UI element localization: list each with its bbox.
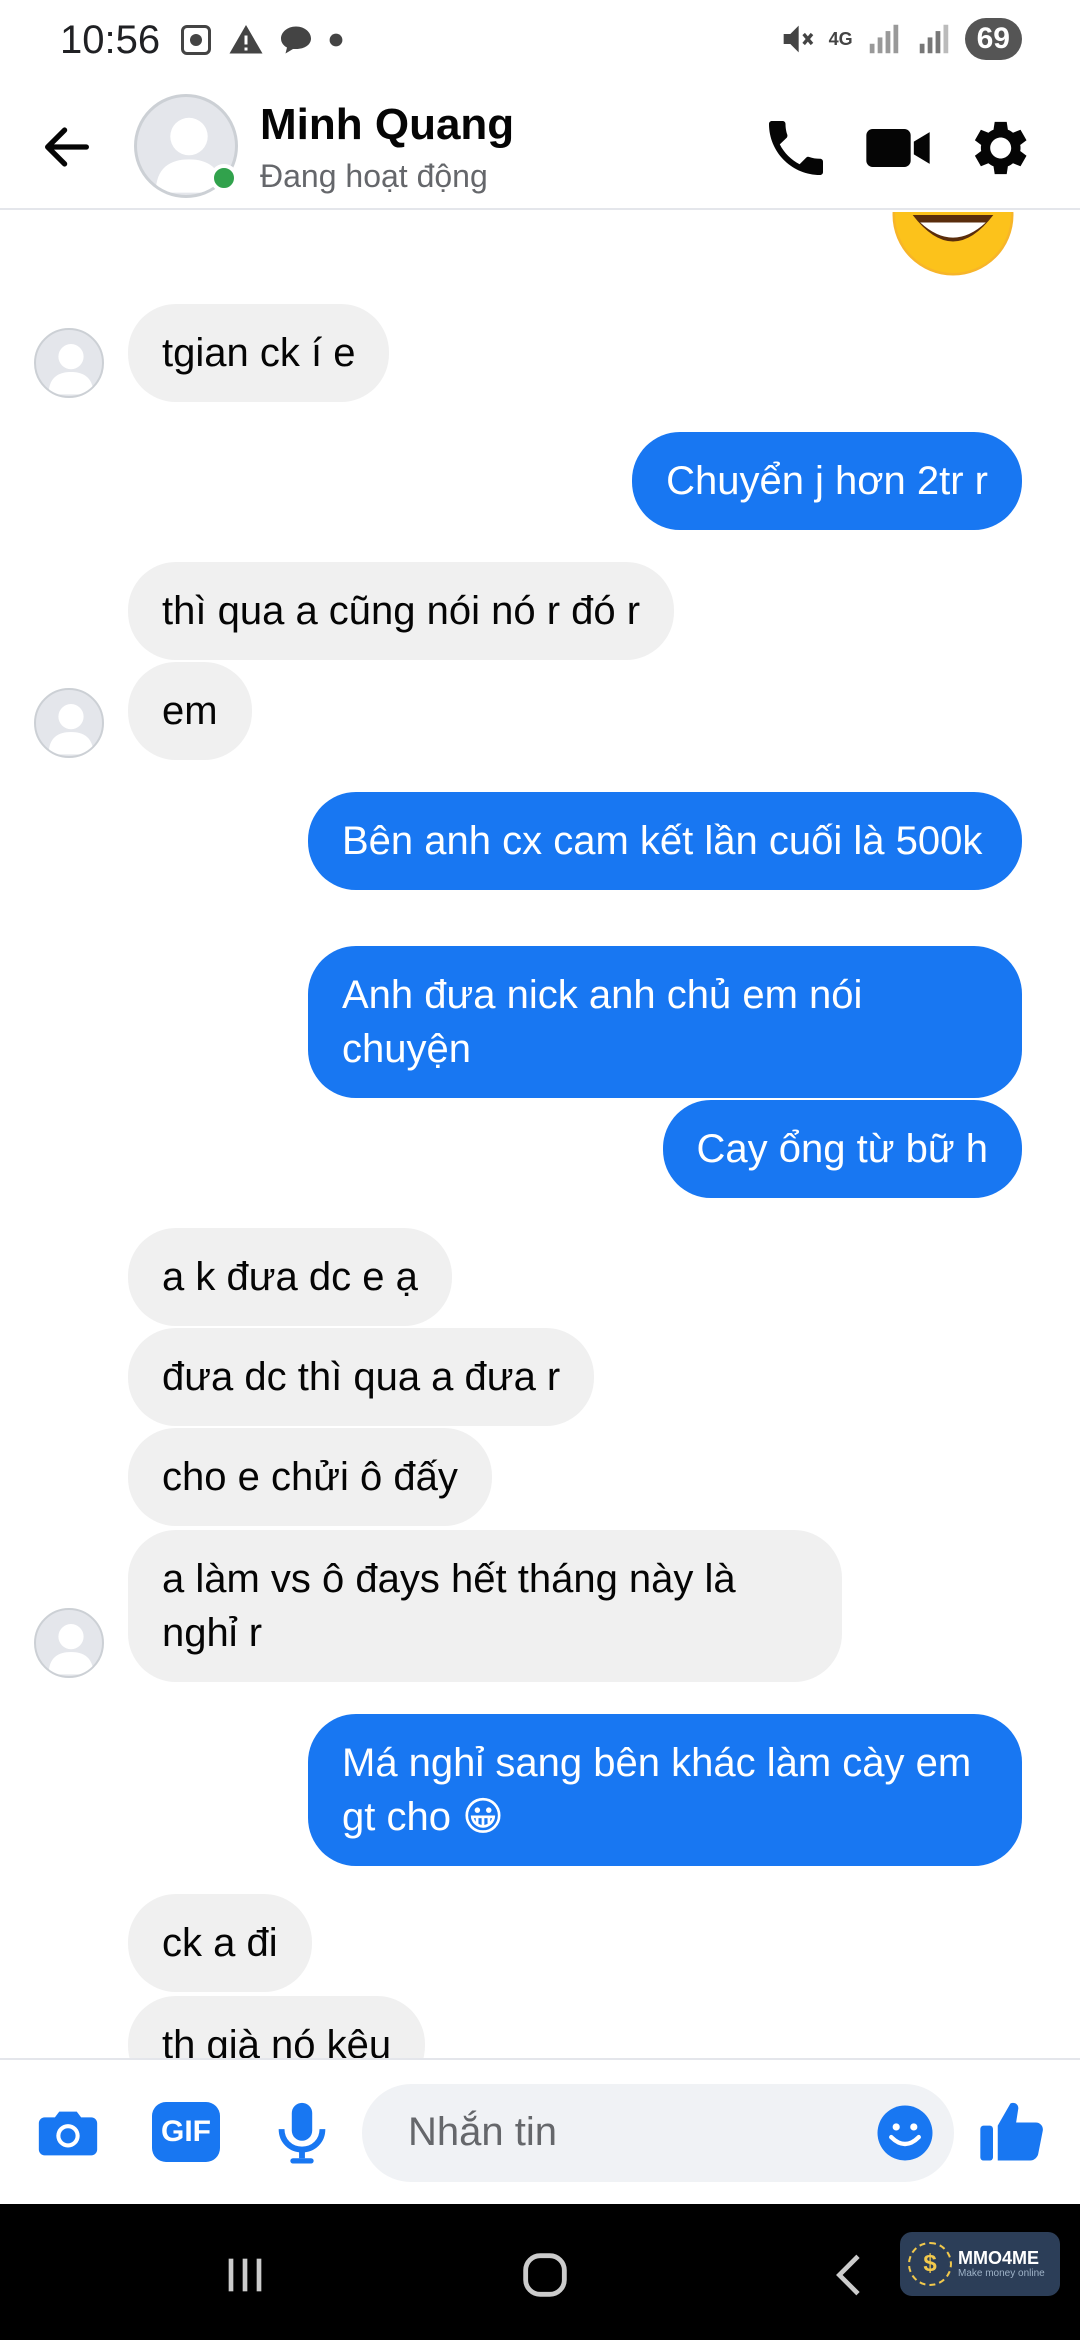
watermark-logo: $ MMO4ME Make money online <box>900 2232 1060 2296</box>
chevron-left-icon <box>836 2254 860 2296</box>
contact-status: Đang hoạt động <box>260 158 488 194</box>
settings-button[interactable] <box>958 108 1038 188</box>
default-avatar-icon <box>48 1624 94 1675</box>
system-navigation-bar: $ MMO4ME Make money online <box>0 2204 1080 2340</box>
message-incoming[interactable]: tgian ck í e <box>128 304 390 402</box>
video-call-button[interactable] <box>858 108 938 188</box>
arrow-left-icon <box>45 127 89 167</box>
message-incoming[interactable]: em <box>128 662 252 760</box>
default-avatar-icon <box>48 344 94 395</box>
camera-button[interactable] <box>30 2094 106 2170</box>
mute-icon <box>783 25 813 53</box>
emoji-icon[interactable] <box>872 2100 938 2166</box>
online-indicator <box>210 164 238 192</box>
watermark-tagline: Make money online <box>958 2268 1045 2279</box>
message-incoming[interactable]: thì qua a cũng nói nó r đó r <box>128 562 675 660</box>
message-incoming[interactable]: ck a đi <box>128 1894 312 1992</box>
message-outgoing[interactable]: Chuyển j hơn 2tr r <box>632 432 1022 530</box>
voice-record-button[interactable] <box>264 2094 340 2170</box>
chat-header: Minh Quang Đang hoạt động <box>0 84 1080 210</box>
message-incoming[interactable]: th già nó kêu <box>128 1996 426 2058</box>
message-outgoing[interactable]: Má nghỉ sang bên khác làm cày em gt cho … <box>308 1714 1022 1866</box>
screenshot-icon <box>181 25 211 55</box>
signal-icon-2 <box>919 24 948 54</box>
gear-icon <box>974 121 1027 175</box>
back-nav-button[interactable] <box>816 2240 886 2310</box>
message-input[interactable]: Nhắn tin <box>362 2084 954 2182</box>
network-type: 4G <box>828 29 853 49</box>
status-time: 10:56 <box>60 18 161 62</box>
chat-bubble-icon <box>281 26 311 54</box>
gif-icon: GIF <box>152 2102 220 2162</box>
message-composer: GIF Nhắn tin <box>0 2058 1080 2204</box>
dollar-logo-icon: $ <box>908 2242 952 2286</box>
sender-avatar[interactable] <box>34 1608 104 1678</box>
voice-call-button[interactable] <box>756 108 836 188</box>
status-notification-icons <box>178 22 344 58</box>
warning-icon <box>229 25 263 54</box>
message-list[interactable]: tgian ck í e Chuyển j hơn 2tr r thì qua … <box>0 212 1080 2058</box>
laughing-emoji-icon <box>892 212 1014 276</box>
microphone-icon <box>278 2102 326 2164</box>
message-outgoing[interactable]: Cay ổng từ bữ h <box>662 1100 1022 1198</box>
dot-icon <box>329 33 343 47</box>
recent-apps-icon <box>228 2258 262 2292</box>
watermark-brand: MMO4ME <box>958 2248 1039 2268</box>
message-input-placeholder: Nhắn tin <box>408 2110 557 2154</box>
home-icon <box>523 2253 567 2297</box>
message-outgoing[interactable]: Bên anh cx cam kết lần cuối là 500k <box>308 792 1022 890</box>
phone-icon <box>769 121 823 175</box>
status-bar: 10:56 4G 69 <box>0 0 1080 84</box>
watermark-text: MMO4ME Make money online <box>958 2248 1045 2280</box>
sender-avatar[interactable] <box>34 328 104 398</box>
default-avatar-icon <box>48 704 94 755</box>
message-incoming[interactable]: a k đưa dc e ạ <box>128 1228 452 1326</box>
signal-icon <box>869 24 898 54</box>
message-outgoing[interactable]: Anh đưa nick anh chủ em nói chuyện <box>308 946 1022 1098</box>
recent-apps-button[interactable] <box>210 2240 280 2310</box>
home-button[interactable] <box>510 2240 580 2310</box>
gif-button[interactable]: GIF <box>148 2094 224 2170</box>
sender-avatar[interactable] <box>34 688 104 758</box>
message-incoming[interactable]: đưa dc thì qua a đưa r <box>128 1328 595 1426</box>
camera-icon <box>38 2111 98 2156</box>
like-button[interactable] <box>974 2094 1050 2170</box>
battery-level: 69 <box>964 18 1022 60</box>
message-incoming[interactable]: a làm vs ô đays hết tháng này là nghỉ r <box>128 1530 842 1682</box>
thumbs-up-icon <box>980 2102 1043 2161</box>
message-incoming[interactable]: cho e chửi ô đấy <box>128 1428 492 1526</box>
video-camera-icon <box>866 129 930 167</box>
status-system-icons: 4G 69 <box>777 18 1022 60</box>
contact-name[interactable]: Minh Quang <box>260 100 514 150</box>
back-button[interactable] <box>34 114 100 180</box>
